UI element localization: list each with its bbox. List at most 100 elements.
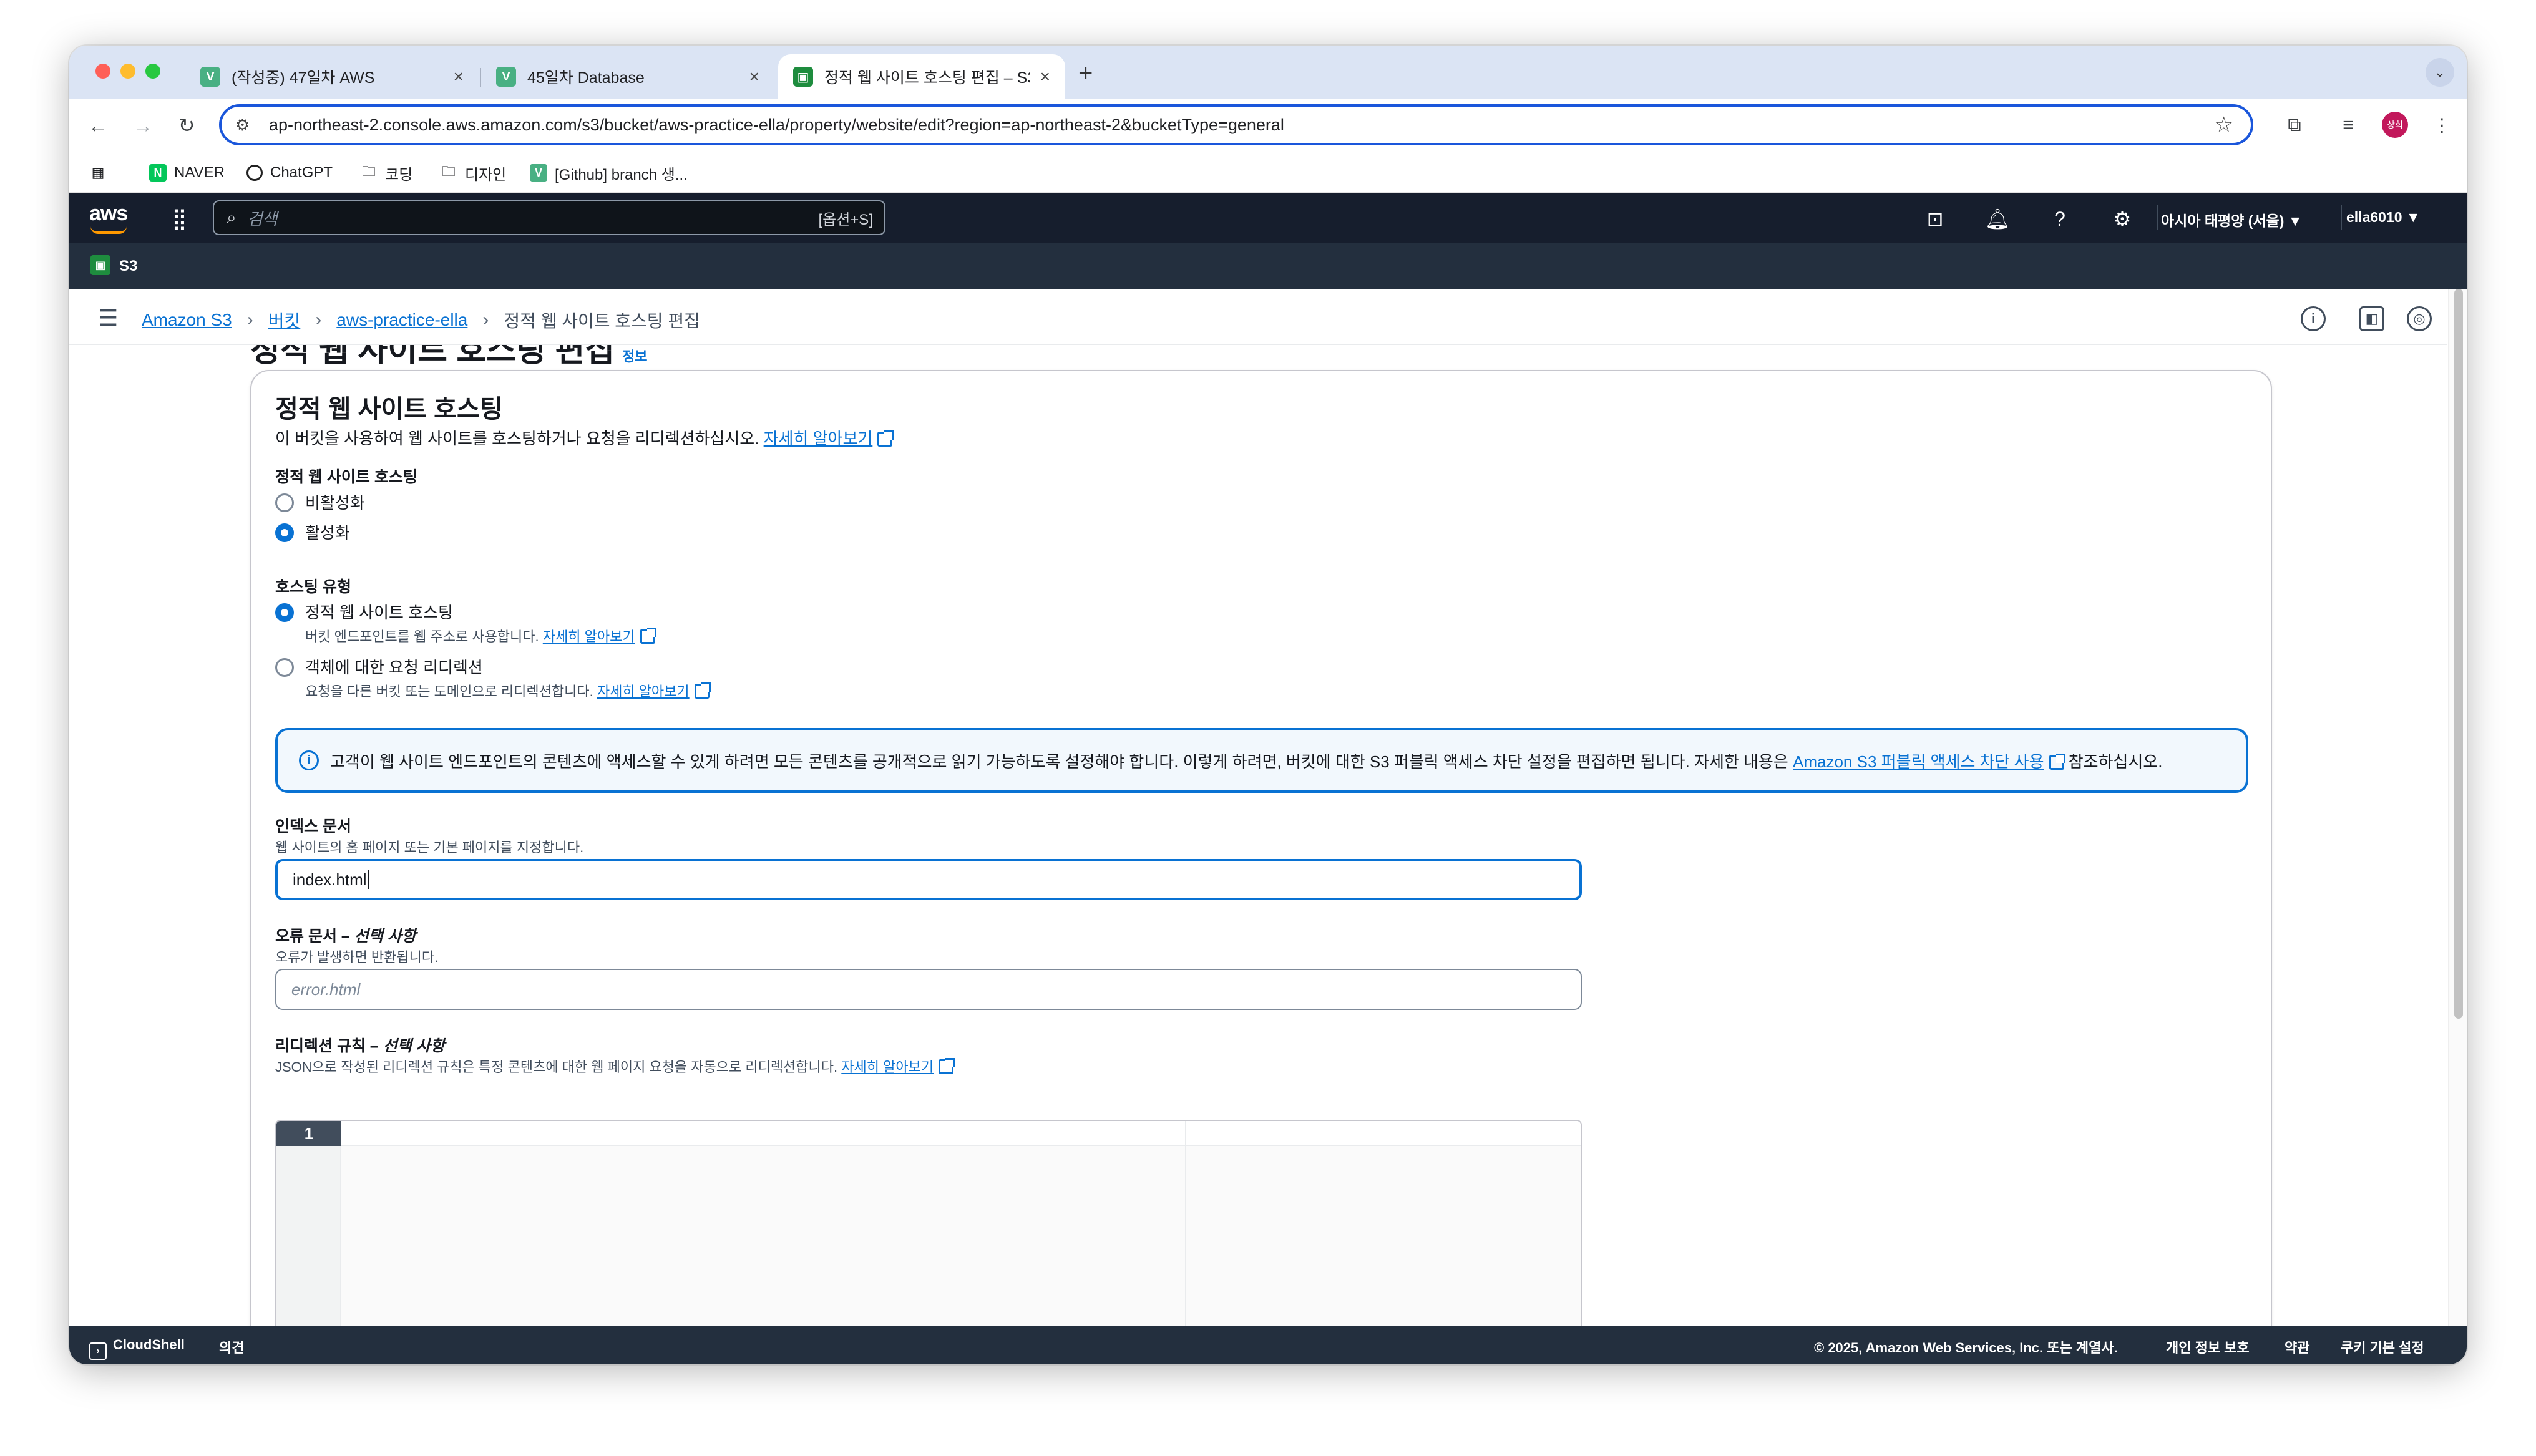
radio-button[interactable]: [275, 658, 294, 677]
error-document-placeholder: error.html: [291, 979, 361, 999]
search-shortcut: [옵션+S]: [818, 211, 873, 228]
error-document-input[interactable]: error.html: [275, 969, 1582, 1010]
bookmark-label: 코딩: [385, 166, 413, 183]
bookmark-label: ChatGPT: [270, 164, 333, 181]
panel-description: 이 버킷을 사용하여 웹 사이트를 호스팅하거나 요청을 리디렉션하십시오. 자…: [275, 426, 894, 449]
copyright-text: © 2025, Amazon Web Services, Inc. 또는 계열사…: [1814, 1340, 2118, 1356]
site-settings-icon[interactable]: ⚙: [235, 115, 258, 135]
line-number: 1: [276, 1121, 341, 1146]
bookmark-label: NAVER: [174, 164, 225, 181]
hosting-toggle-label: 정적 웹 사이트 호스팅: [275, 468, 417, 486]
search-placeholder: 검색: [247, 209, 278, 228]
tab-search-icon[interactable]: ⌄: [2426, 58, 2454, 87]
region-selector[interactable]: 아시아 태평양 (서울) ▼: [2161, 209, 2303, 230]
v-icon: V: [530, 164, 547, 182]
close-tab-icon[interactable]: ×: [749, 67, 759, 87]
editor-active-line[interactable]: [341, 1121, 1581, 1146]
radio-redirect-requests[interactable]: 객체에 대한 요청 리디렉션 요청을 다른 버킷 또는 도메인으로 리디렉션합니…: [275, 658, 711, 701]
chevron-right-icon: ›: [482, 309, 489, 330]
bookmark-star-icon[interactable]: ☆: [2215, 112, 2233, 137]
aws-search-input[interactable]: ⌕ 검색 [옵션+S]: [213, 200, 885, 235]
settings-gear-icon[interactable]: ⚙: [2110, 206, 2135, 231]
extensions-icon[interactable]: ⧉: [2281, 112, 2308, 139]
notifications-panel-icon[interactable]: ◎: [2407, 306, 2432, 331]
cookie-preferences-link[interactable]: 쿠키 기본 설정: [2341, 1337, 2424, 1357]
page-scrollbar[interactable]: [2448, 289, 2467, 1364]
error-document-hint: 오류가 발생하면 반환됩니다.: [275, 949, 439, 965]
public-access-info-alert: i 고객이 웹 사이트 엔드포인트의 콘텐츠에 액세스할 수 있게 하려면 모든…: [275, 728, 2248, 793]
radio-disable[interactable]: 비활성화: [275, 493, 365, 512]
radio-label: 비활성화: [305, 493, 365, 512]
breadcrumb-bucket-name[interactable]: aws-practice-ella: [336, 310, 467, 330]
radio-button-selected[interactable]: [275, 523, 294, 542]
side-nav-menu-icon[interactable]: ☰: [98, 305, 118, 331]
radio-description-text: 요청을 다른 버킷 또는 도메인으로 리디렉션합니다.: [305, 684, 593, 699]
tab-aws-notes[interactable]: V (작성중) 47일차 AWS ×: [185, 54, 479, 99]
notifications-bell-icon[interactable]: 🔔︎: [1985, 206, 2011, 231]
profile-avatar[interactable]: 상희: [2382, 112, 2408, 138]
terms-link[interactable]: 약관: [2285, 1337, 2309, 1357]
privacy-link[interactable]: 개인 정보 보호: [2166, 1337, 2250, 1357]
s3-service-link[interactable]: S3: [119, 258, 137, 275]
close-tab-icon[interactable]: ×: [454, 67, 464, 87]
error-document-label: 오류 문서 – 선택 사항: [275, 928, 416, 945]
cloudshell-icon[interactable]: ⊡: [1923, 206, 1948, 231]
url-text[interactable]: ap-northeast-2.console.aws.amazon.com/s3…: [269, 115, 1284, 135]
bookmark-label: 디자인: [465, 166, 507, 183]
reload-icon[interactable]: ↻: [172, 110, 202, 140]
index-document-label: 인덱스 문서: [275, 818, 351, 835]
minimize-window-button[interactable]: [120, 64, 135, 79]
feedback-link[interactable]: 의견: [219, 1337, 244, 1357]
external-link-icon: [877, 430, 894, 447]
account-menu[interactable]: ella6010 ▼: [2346, 209, 2421, 226]
split-panel-icon[interactable]: ◧: [2359, 306, 2384, 331]
new-tab-button[interactable]: +: [1078, 59, 1093, 87]
breadcrumb-bar: ☰ Amazon S3 › 버킷 › aws-practice-ella › 정…: [69, 289, 2447, 345]
radio-enable[interactable]: 활성화: [275, 523, 350, 542]
browser-toolbar: ← → ↻ ⚙ ap-northeast-2.console.aws.amazo…: [69, 99, 2467, 152]
bookmark-label: [Github] branch 생...: [555, 166, 688, 183]
aws-logo-text: aws: [89, 201, 128, 225]
block-public-access-link[interactable]: Amazon S3 퍼블릭 액세스 차단 사용: [1793, 752, 2044, 771]
scrollbar-thumb[interactable]: [2454, 289, 2463, 1019]
back-arrow-icon[interactable]: ←: [83, 110, 113, 140]
learn-more-link[interactable]: 자세히 알아보기: [597, 684, 690, 699]
info-panel-icon[interactable]: i: [2301, 306, 2326, 331]
radio-button-selected[interactable]: [275, 603, 294, 622]
hosting-type-label: 호스팅 유형: [275, 578, 351, 596]
radio-button[interactable]: [275, 493, 294, 512]
bookmark-chatgpt[interactable]: ChatGPT: [246, 163, 333, 183]
page-title-info-link[interactable]: 정보: [622, 349, 647, 364]
cloudshell-button[interactable]: › CloudShell: [89, 1337, 185, 1360]
alert-text: 고객이 웹 사이트 엔드포인트의 콘텐츠에 액세스할 수 있게 하려면 모든 콘…: [330, 749, 2163, 772]
media-controls-icon[interactable]: ≡: [2334, 112, 2362, 139]
aws-footer: › CloudShell 의견 © 2025, Amazon Web Servic…: [69, 1326, 2467, 1364]
index-document-input[interactable]: index.html: [275, 859, 1582, 900]
help-icon[interactable]: ?: [2047, 206, 2072, 231]
close-window-button[interactable]: [95, 64, 110, 79]
bookmark-naver[interactable]: N NAVER: [149, 163, 225, 183]
bookmark-github-branch[interactable]: V [Github] branch 생...: [530, 163, 688, 183]
services-grid-icon[interactable]: ⣿: [172, 206, 187, 231]
tab-title: (작성중) 47일차 AWS: [232, 69, 375, 87]
close-tab-icon[interactable]: ×: [1040, 67, 1050, 87]
apps-grid-icon[interactable]: ▦: [89, 163, 114, 183]
zoom-window-button[interactable]: [145, 64, 160, 79]
aws-logo[interactable]: aws: [89, 201, 128, 234]
learn-more-link[interactable]: 자세히 알아보기: [841, 1059, 934, 1075]
tab-database[interactable]: V 45일차 Database ×: [481, 54, 774, 99]
breadcrumb-buckets[interactable]: 버킷: [268, 308, 301, 332]
bookmark-folder-design[interactable]: 🗀 디자인: [440, 163, 506, 183]
breadcrumb-amazon-s3[interactable]: Amazon S3: [142, 310, 232, 330]
aws-service-bar: ▣ S3: [69, 243, 2467, 289]
learn-more-link[interactable]: 자세히 알아보기: [764, 429, 873, 448]
bookmark-folder-coding[interactable]: 🗀 코딩: [360, 163, 412, 183]
radio-static-hosting[interactable]: 정적 웹 사이트 호스팅 버킷 엔드포인트를 웹 주소로 사용합니다. 자세히 …: [275, 603, 656, 646]
tab-s3-website-edit[interactable]: ▣ 정적 웹 사이트 호스팅 편집 – S3 b ×: [778, 54, 1065, 99]
chrome-menu-icon[interactable]: ⋮: [2428, 112, 2456, 139]
panel-title: 정적 웹 사이트 호스팅: [275, 396, 503, 423]
s3-service-icon[interactable]: ▣: [90, 255, 110, 275]
learn-more-link[interactable]: 자세히 알아보기: [543, 629, 635, 644]
address-bar[interactable]: ⚙ ap-northeast-2.console.aws.amazon.com/…: [219, 104, 2253, 145]
forward-arrow-icon[interactable]: →: [128, 110, 158, 140]
